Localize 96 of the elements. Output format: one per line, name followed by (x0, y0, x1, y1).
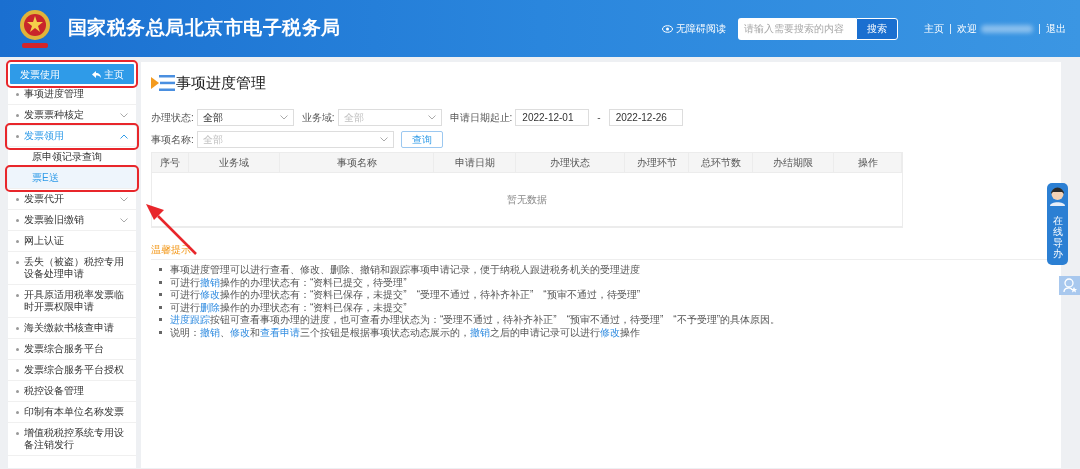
bullet-icon (16, 432, 19, 435)
column-header: 总环节数 (689, 152, 753, 172)
bullet-icon (159, 305, 162, 309)
chevron-down-icon (120, 197, 128, 202)
bullet-icon (16, 198, 19, 201)
sidebar-item[interactable]: 丢失（被盗）税控专用设备处理申请 (8, 252, 136, 285)
sidebar-item[interactable]: 发票验旧缴销 (8, 210, 136, 231)
tip-link[interactable]: 撤销 (200, 276, 220, 288)
column-header: 办理环节 (625, 152, 689, 172)
tip-link[interactable]: 修改 (200, 289, 220, 301)
search-button[interactable]: 搜索 (856, 17, 898, 40)
sidebar-item[interactable]: 发票领用 (8, 126, 136, 147)
header-link[interactable]: 退出 (1046, 21, 1066, 36)
field-label: 业务域: (301, 110, 335, 125)
tip-text: 可进行修改操作的办理状态有：“资料已保存，未提交” “受理不通过，待补齐补正” “预审不通过，待受理” (170, 288, 640, 302)
bullet-icon (159, 318, 162, 322)
bullet-icon (16, 261, 19, 264)
accessibility-link[interactable]: 无障碍阅读 (676, 21, 726, 36)
sidebar-item[interactable]: 税控设备管理 (8, 381, 136, 402)
submenu-item[interactable]: 票E送 (8, 168, 136, 189)
empty-message: 暂无数据 (507, 192, 547, 207)
tip-link[interactable]: 查看申请 (260, 326, 300, 338)
bullet-icon (16, 411, 19, 414)
tip-text: 进度跟踪按钮可查看事项办理的进度，也可查看办理状态为：“受理不通过，待补齐补正” “预审不通过，待受理” “不予受理”的具体原因。 (170, 313, 780, 327)
bullet-icon (16, 369, 19, 372)
column-header: 序号 (152, 152, 189, 172)
sidebar-item[interactable]: 印制有本单位名称发票 (8, 402, 136, 423)
sidebar-item[interactable]: 发票票种核定 (8, 105, 136, 126)
site-title: 国家税务总局北京市电子税务局 (68, 16, 341, 41)
bullet-icon (16, 294, 19, 297)
sidebar-item[interactable]: 发票综合服务平台 (8, 339, 136, 360)
tip-link[interactable]: 修改 (230, 326, 250, 338)
header-link[interactable]: 主页 (924, 21, 944, 36)
sidebar-item[interactable]: 开具原适用税率发票临时开票权限申请 (8, 285, 136, 318)
bullet-icon (16, 327, 19, 330)
bullet-icon (16, 114, 19, 117)
tip-text: 可进行删除操作的办理状态有：“资料已保存，未提交” (170, 300, 407, 314)
column-header: 办结期限 (753, 152, 834, 172)
sidebar-item[interactable]: 增值税税控系统专用设备注销发行 (8, 423, 136, 456)
search-field[interactable]: 请输入需要搜索的内容 (738, 17, 856, 40)
bullet-icon (16, 390, 19, 393)
query-button[interactable]: 查询 (400, 130, 443, 148)
bullet-icon (159, 268, 162, 272)
date-field[interactable]: 2022-12-26 (608, 108, 683, 126)
column-header: 业务域 (189, 152, 280, 172)
chevron-down-icon (279, 114, 288, 120)
sidebar-item[interactable]: 事项进度管理 (8, 84, 136, 105)
range-separator: - (597, 110, 601, 125)
bullet-icon (16, 135, 19, 138)
sidebar-title: 发票使用 (20, 67, 60, 82)
page-title: 事项进度管理 (176, 73, 266, 93)
sidebar-item[interactable]: 网上认证 (8, 231, 136, 252)
home-link[interactable]: 主页 (92, 66, 124, 82)
bullet-icon (159, 293, 162, 297)
tip-text: 可进行撤销操作的办理状态有：“资料已提交，待受理” (170, 275, 407, 289)
bullet-icon (16, 348, 19, 351)
field-label: 事项名称: (151, 132, 194, 147)
list-icon (151, 74, 175, 93)
guide-tab[interactable]: 在线导办 (1047, 183, 1068, 265)
figure-icon (1048, 186, 1067, 206)
column-header: 申请日期 (434, 152, 516, 172)
bullet-icon (16, 93, 19, 96)
tip-text: 说明：撤销、修改和查看申请三个按钮是根据事项状态动态展示的，撤销之后的申请记录可以进行修改操作 (170, 325, 640, 340)
tip-text: 事项进度管理可以进行查看、修改、删除、撤销和跟踪事项申请记录，便于纳税人跟进税务机关的受理进度 (170, 263, 640, 277)
sidebar-item[interactable]: 海关缴款书核查申请 (8, 318, 136, 339)
field-label: 办理状态: (151, 110, 194, 125)
reply-arrow-icon (92, 70, 101, 78)
column-header: 操作 (834, 152, 902, 172)
tip-link[interactable]: 修改 (600, 326, 620, 338)
guide-label: 在线导办 (1052, 215, 1063, 259)
chevron-up-icon (120, 134, 128, 139)
user-star-icon (1062, 278, 1077, 293)
tip-link[interactable]: 撤销 (200, 326, 220, 338)
tip-link[interactable]: 进度跟踪 (170, 314, 210, 326)
welcome-text: 欢迎 (957, 22, 977, 36)
redacted-name (981, 24, 1033, 33)
sidebar-item[interactable]: 发票代开 (8, 189, 136, 210)
column-header: 办理状态 (516, 152, 625, 172)
date-field[interactable]: 2022-12-01 (515, 108, 590, 126)
chevron-down-icon (379, 136, 388, 142)
bullet-icon (159, 280, 162, 284)
tip-link[interactable]: 删除 (200, 301, 220, 313)
chevron-down-icon (427, 114, 436, 120)
dropdown-field[interactable]: 全部 (196, 108, 294, 126)
field-label: 申请日期起止: (449, 110, 513, 125)
annotation-arrow (146, 204, 197, 255)
user-service-button[interactable] (1059, 276, 1080, 295)
column-header: 事项名称 (280, 152, 434, 172)
chevron-down-icon (120, 113, 128, 118)
bullet-icon (16, 219, 19, 222)
tip-link[interactable]: 撤销 (470, 326, 490, 338)
bullet-icon (16, 240, 19, 243)
chevron-down-icon (120, 218, 128, 223)
bullet-icon (159, 330, 162, 334)
eye-icon (662, 24, 673, 33)
sidebar-item[interactable]: 发票综合服务平台授权 (8, 360, 136, 381)
